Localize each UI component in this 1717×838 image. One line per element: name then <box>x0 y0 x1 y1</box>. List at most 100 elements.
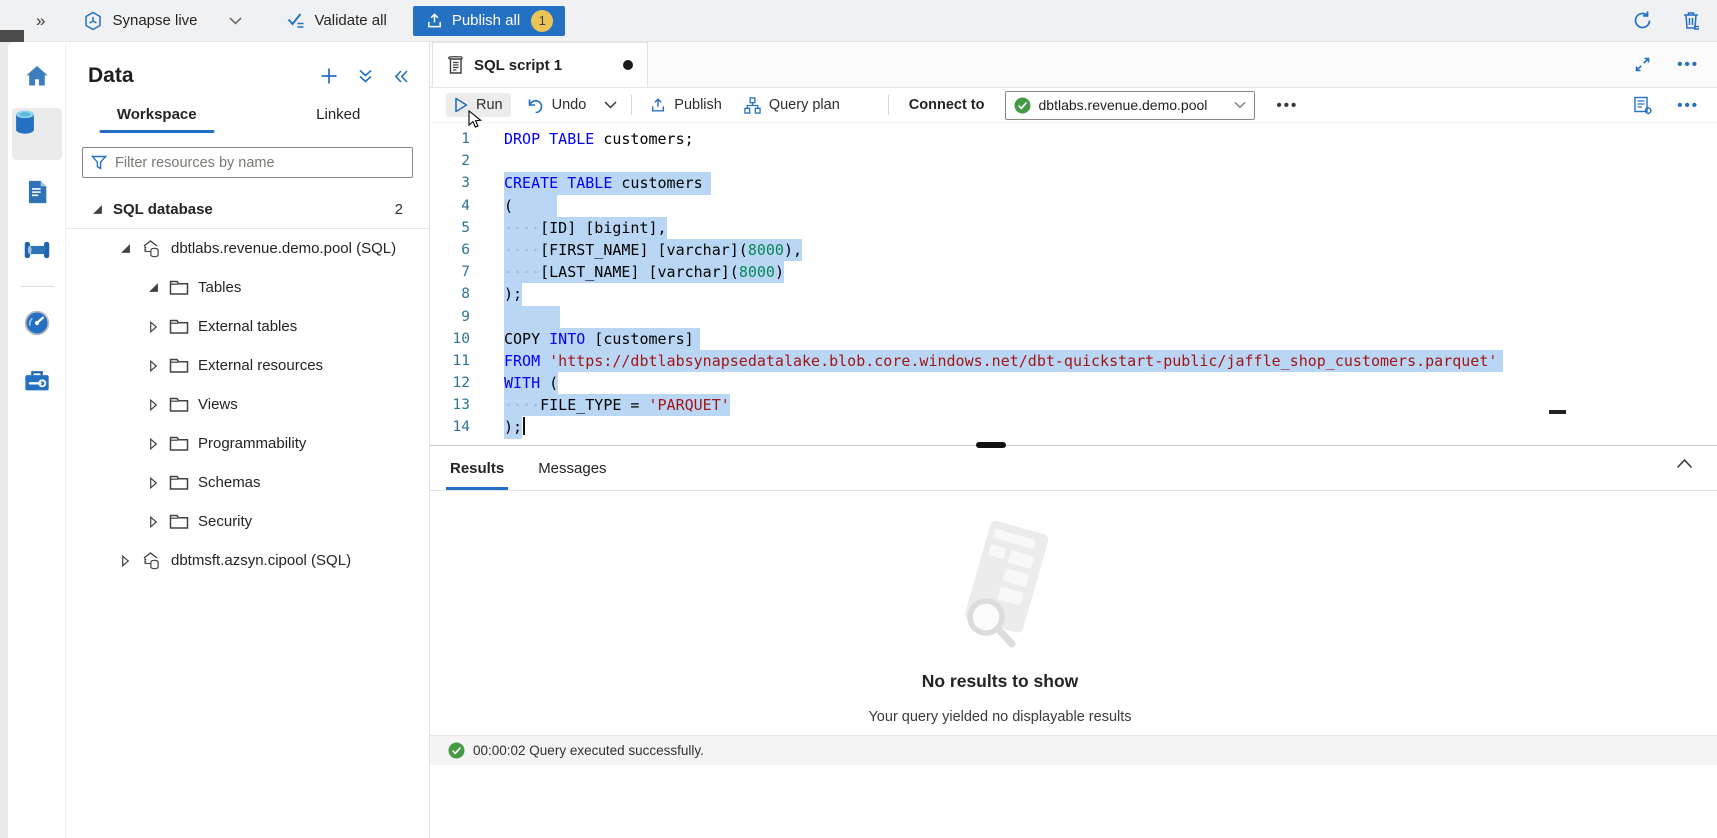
expand-editor-icon[interactable] <box>1634 56 1651 73</box>
tab-more-options[interactable]: ••• <box>1677 56 1699 73</box>
expanded-triangle-icon[interactable] <box>90 204 104 215</box>
tree-item-tables[interactable]: Tables <box>66 268 429 307</box>
filter-input[interactable] <box>115 155 404 171</box>
results-panel: Results Messages <box>430 445 1717 733</box>
token-num: 8000 <box>739 263 775 281</box>
refresh-icon[interactable] <box>1632 10 1653 31</box>
token-pl: ), <box>784 241 802 259</box>
publish-all-button[interactable]: Publish all 1 <box>413 6 565 36</box>
line-content <box>504 306 560 328</box>
line-number: 11 <box>430 350 470 372</box>
nav-home[interactable] <box>12 50 62 102</box>
tree-item-label: dbtlabs.revenue.demo.pool (SQL) <box>171 240 396 257</box>
code-line[interactable]: 8); <box>430 283 1717 305</box>
collapsed-triangle-icon[interactable] <box>146 477 160 489</box>
collapsed-triangle-icon[interactable] <box>146 321 160 333</box>
code-line[interactable]: 4( <box>430 195 1717 217</box>
code-line[interactable]: 3CREATE TABLE customers <box>430 172 1717 194</box>
tab-results[interactable]: Results <box>440 446 514 490</box>
monitor-gauge-icon <box>23 309 51 337</box>
text-cursor <box>523 417 525 435</box>
line-content: DROP TABLE customers; <box>504 128 694 150</box>
mode-selector[interactable]: Synapse live <box>83 11 241 31</box>
tree-item-sql-database[interactable]: SQL database2 <box>66 190 429 229</box>
script-properties-icon[interactable] <box>1633 96 1653 115</box>
code-line[interactable]: 6····[FIRST_NAME] [varchar](8000), <box>430 239 1717 261</box>
code-line[interactable]: 1DROP TABLE customers; <box>430 128 1717 150</box>
line-number: 6 <box>430 239 470 261</box>
collapsed-triangle-icon[interactable] <box>146 360 160 372</box>
code-line[interactable]: 13····FILE_TYPE = 'PARQUET' <box>430 394 1717 416</box>
token-pl: [ID] [bigint], <box>540 219 666 237</box>
sql-code-editor[interactable]: 1DROP TABLE customers;23CREATE TABLE cus… <box>430 123 1717 445</box>
undo-button[interactable]: Undo <box>519 93 595 117</box>
line-content: ); <box>504 416 525 438</box>
add-resource-icon[interactable] <box>320 67 338 85</box>
collapse-panel-icon[interactable] <box>393 69 409 84</box>
expand-menu-icon[interactable]: » <box>36 11 43 31</box>
line-number: 5 <box>430 217 470 239</box>
collapsed-triangle-icon[interactable] <box>146 399 160 411</box>
code-line[interactable]: 2 <box>430 150 1717 172</box>
expanded-triangle-icon[interactable] <box>146 282 160 293</box>
token-ws: ···· <box>504 241 540 259</box>
code-line[interactable]: 12WITH ( <box>430 372 1717 394</box>
tree-item-programmability[interactable]: Programmability <box>66 424 429 463</box>
tree-item-external-tables[interactable]: External tables <box>66 307 429 346</box>
tab-workspace[interactable]: Workspace <box>66 106 248 133</box>
collapsed-triangle-icon[interactable] <box>146 516 160 528</box>
discard-trash-icon[interactable] <box>1681 10 1701 31</box>
tab-messages[interactable]: Messages <box>528 446 616 490</box>
tree-item-external-resources[interactable]: External resources <box>66 346 429 385</box>
nav-data[interactable] <box>12 108 62 160</box>
collapse-results-icon[interactable] <box>1676 458 1693 469</box>
run-button[interactable]: Run <box>446 93 511 117</box>
no-results-illustration <box>934 519 1066 657</box>
line-number: 13 <box>430 394 470 416</box>
undo-chevron-icon[interactable] <box>604 101 617 109</box>
pool-select[interactable]: dbtlabs.revenue.demo.pool <box>1005 91 1255 120</box>
tab-sql-script-1[interactable]: SQL script 1 <box>432 42 648 87</box>
editor-scrollbar-thumb[interactable] <box>1549 410 1566 414</box>
line-number: 10 <box>430 328 470 350</box>
collapsed-triangle-icon[interactable] <box>146 438 160 450</box>
results-tab-bar: Results Messages <box>430 446 1717 491</box>
line-number: 4 <box>430 195 470 217</box>
tree-item-dbtlabs-revenue-demo-pool-sql-[interactable]: dbtlabs.revenue.demo.pool (SQL) <box>66 229 429 268</box>
collapsed-triangle-icon[interactable] <box>118 555 132 567</box>
query-plan-label: Query plan <box>769 97 840 113</box>
token-num: 8000 <box>748 241 784 259</box>
tree-item-label: dbtmsft.azsyn.cipool (SQL) <box>171 552 351 569</box>
code-line[interactable]: 10COPY INTO [customers] <box>430 328 1717 350</box>
code-line[interactable]: 11FROM 'https://dbtlabsynapsedatalake.bl… <box>430 350 1717 372</box>
chevron-down-icon[interactable] <box>229 17 242 25</box>
code-line[interactable]: 9 <box>430 306 1717 328</box>
code-line[interactable]: 5····[ID] [bigint], <box>430 217 1717 239</box>
token-pl: ); <box>504 418 522 436</box>
tree-item-views[interactable]: Views <box>66 385 429 424</box>
nav-develop[interactable] <box>12 166 62 218</box>
tree-item-schemas[interactable]: Schemas <box>66 463 429 502</box>
tab-linked[interactable]: Linked <box>248 106 430 133</box>
toolbar-overflow-options[interactable]: ••• <box>1677 97 1699 114</box>
tree-item-security[interactable]: Security <box>66 502 429 541</box>
tree-item-dbtmsft-azsyn-cipool-sql-[interactable]: dbtmsft.azsyn.cipool (SQL) <box>66 541 429 580</box>
nav-integrate[interactable] <box>12 224 62 276</box>
token-kw: TABLE <box>549 130 594 148</box>
folder-icon <box>169 396 189 413</box>
line-number: 3 <box>430 172 470 194</box>
query-plan-button[interactable]: Query plan <box>736 93 848 118</box>
collapse-all-icon[interactable] <box>358 68 373 84</box>
expanded-triangle-icon[interactable] <box>118 243 132 254</box>
validate-all-button[interactable]: Validate all <box>286 12 387 29</box>
nav-monitor[interactable] <box>12 297 62 349</box>
code-line[interactable]: 7····[LAST_NAME] [varchar](8000) <box>430 261 1717 283</box>
validate-all-label: Validate all <box>315 12 387 29</box>
toolbar-more-options[interactable]: ••• <box>1277 97 1299 114</box>
code-line[interactable]: 14); <box>430 416 1717 438</box>
script-toolbar: Run Undo Publish <box>430 88 1717 123</box>
publish-button[interactable]: Publish <box>642 93 730 117</box>
token-pl <box>558 174 567 192</box>
nav-manage[interactable] <box>12 355 62 407</box>
line-content: ); <box>504 283 522 305</box>
